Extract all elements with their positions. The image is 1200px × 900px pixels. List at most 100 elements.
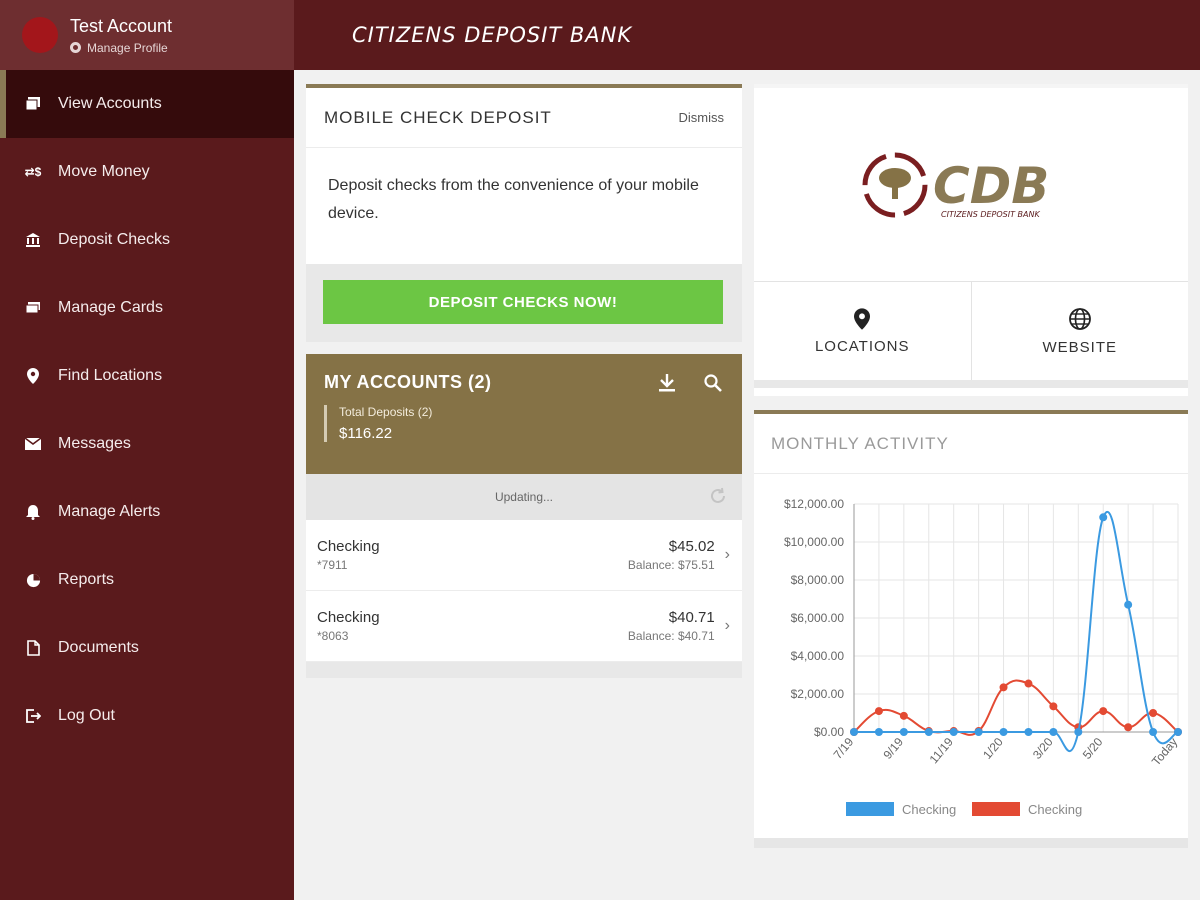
x-tick-label: 11/19 [927,735,957,767]
data-point [924,728,933,736]
sidebar-item-deposit-checks[interactable]: Deposit Checks [0,206,294,274]
data-point [1024,728,1033,736]
deposit-card-title: MOBILE CHECK DEPOSIT [324,107,552,127]
updating-status: Updating... [306,474,742,520]
bank-logo: CDB CITIZENS DEPOSIT BANK [754,88,1188,282]
deposit-checks-now-button[interactable]: DEPOSIT CHECKS NOW! [323,280,723,324]
top-bar: CITIZENS DEPOSIT BANK [294,0,1200,70]
cards-icon [24,299,42,317]
y-tick-label: $0.00 [814,725,844,739]
x-tick-label: 5/20 [1080,735,1106,762]
data-point [999,728,1008,736]
data-point [974,728,983,736]
sidebar-item-documents[interactable]: Documents [0,614,294,682]
website-label: WEBSITE [1042,338,1117,356]
x-tick-label: 9/19 [880,735,906,762]
data-point [850,728,858,736]
data-point [949,728,958,736]
account-balance: Balance: $40.71 [627,629,715,643]
monthly-activity-card: MONTHLY ACTIVITY $0.00 $2,000.00 $4,000.00… [754,410,1188,848]
manage-profile-link[interactable]: Manage Profile [70,41,172,55]
website-link[interactable]: WEBSITE [970,282,1189,380]
locations-link[interactable]: LOCATIONS [754,282,971,380]
document-icon [24,639,42,657]
location-pin-icon [854,307,871,330]
account-amount: $40.71 [668,609,715,626]
sidebar-item-label: Log Out [58,707,115,724]
data-point [874,728,883,736]
data-point [1049,702,1058,711]
sidebar-item-messages[interactable]: Messages [0,410,294,478]
account-number: *8063 [317,629,349,643]
account-name: Checking [317,538,380,555]
data-point [899,711,908,720]
data-point [1124,600,1133,609]
refresh-icon[interactable] [708,486,728,506]
my-accounts-card: MY ACCOUNTS (2) Total Deposits (2) $116.… [306,354,742,678]
account-row[interactable]: Checking *7911 $45.02 Balance: $75.51 › [306,520,742,591]
transfer-icon: ⇄$ [24,165,42,179]
bank-info-card: CDB CITIZENS DEPOSIT BANK LOCATIONS WEBS… [754,84,1188,396]
account-row[interactable]: Checking *8063 $40.71 Balance: $40.71 › [306,591,742,662]
bank-title: CITIZENS DEPOSIT BANK [352,23,633,47]
pie-chart-icon [24,571,42,589]
data-point [1074,728,1083,736]
data-point [1174,728,1182,736]
bell-icon [24,503,42,521]
logo-initials: CDB [933,157,1049,215]
data-point [1149,709,1158,717]
avatar [22,17,58,53]
download-icon[interactable] [656,372,678,394]
sidebar-item-label: Find Locations [58,367,163,384]
y-tick-label: $2,000.00 [791,687,845,701]
sidebar-nav: View Accounts ⇄$ Move Money Deposit Chec… [0,70,294,750]
y-tick-label: $8,000.00 [791,573,845,587]
total-deposits: Total Deposits (2) $116.22 [324,405,724,442]
chevron-right-icon: › [724,546,730,563]
data-point [999,683,1008,692]
account-name: Checking [317,609,380,626]
x-tick-label: 3/20 [1030,735,1056,762]
sidebar-item-find-locations[interactable]: Find Locations [0,342,294,410]
sidebar-item-manage-cards[interactable]: Manage Cards [0,274,294,342]
legend-swatch [972,802,1020,816]
mobile-check-deposit-card: MOBILE CHECK DEPOSIT Dismiss Deposit che… [306,84,742,342]
total-deposits-label: Total Deposits (2) [339,405,433,419]
account-number: *7911 [317,558,348,572]
data-point [1124,723,1133,732]
logo-tagline: CITIZENS DEPOSIT BANK [941,210,1040,219]
manage-profile-label: Manage Profile [87,40,168,55]
sidebar-item-label: Deposit Checks [58,231,171,248]
search-icon[interactable] [702,372,724,394]
locations-label: LOCATIONS [814,337,910,355]
sidebar-item-label: Messages [58,435,131,452]
deposit-description: Deposit checks from the convenience of y… [328,177,699,222]
x-tick-label: 1/20 [980,735,1006,762]
sidebar: Test Account Manage Profile View Account… [0,0,294,900]
legend-label: Checking [1028,802,1082,817]
sidebar-item-log-out[interactable]: Log Out [0,682,294,750]
location-pin-icon [24,367,42,385]
sidebar-item-label: Manage Cards [58,299,163,316]
dismiss-button[interactable]: Dismiss [679,110,725,125]
sidebar-item-move-money[interactable]: ⇄$ Move Money [0,138,294,206]
y-tick-label: $6,000.00 [791,611,845,625]
chevron-right-icon: › [724,617,730,634]
account-amount: $45.02 [668,538,715,555]
logout-icon [24,707,42,725]
monthly-activity-title: MONTHLY ACTIVITY [771,433,949,453]
sidebar-item-label: Move Money [58,163,150,180]
profile-header[interactable]: Test Account Manage Profile [0,0,294,70]
sidebar-item-label: View Accounts [58,95,162,112]
data-point [1149,728,1158,736]
x-tick-label: Today [1149,735,1180,769]
data-point [1099,707,1108,716]
sidebar-item-reports[interactable]: Reports [0,546,294,614]
sidebar-item-label: Documents [58,639,139,656]
globe-icon [1068,307,1091,330]
data-point [899,728,908,736]
gear-icon [70,42,81,53]
accounts-icon [24,95,42,113]
sidebar-item-manage-alerts[interactable]: Manage Alerts [0,478,294,546]
sidebar-item-view-accounts[interactable]: View Accounts [0,70,294,138]
